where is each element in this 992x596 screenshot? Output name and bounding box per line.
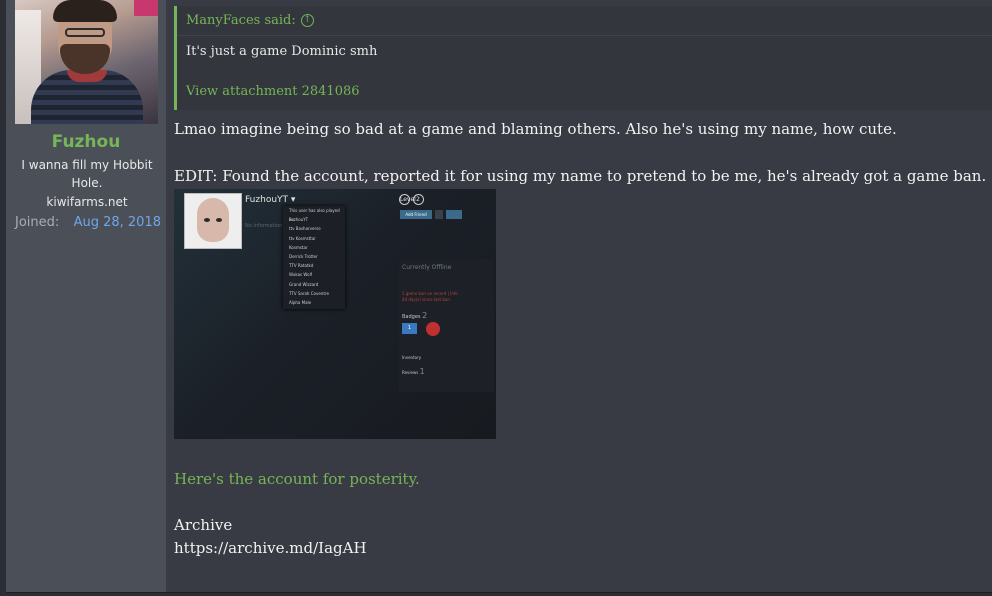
user-title: I wanna fill my Hobbit Hole. kiwifarms.n… [14, 156, 160, 211]
posterity-link[interactable]: Here's the account for posterity. [174, 470, 420, 488]
steam-alias-item: FuzhouYT [289, 217, 309, 223]
steam-ban-info: 1 game ban on record | Info 44 day(s) si… [402, 291, 458, 302]
message-line-2: EDIT: Found the account, reported it for… [174, 167, 987, 185]
avatar-sign-detail [134, 0, 158, 16]
steam-avatar-eye [216, 218, 222, 222]
steam-profile-avatar [184, 193, 242, 249]
steam-alias-item: Kosmstar [289, 244, 308, 250]
steam-alias-item: ttv Basharverse [289, 226, 321, 232]
user-title-line3: kiwifarms.net [46, 195, 128, 209]
archive-url-link[interactable]: https://archive.md/IagAH [174, 539, 367, 557]
steam-alias-dropdown: This user has also played as: FuzhouYT t… [283, 206, 345, 309]
user-title-line1: I wanna fill my Hobbit [21, 158, 153, 172]
steam-avatar-head [197, 198, 229, 242]
user-avatar[interactable] [15, 0, 158, 124]
message-line-1: Lmao imagine being so bad at a game and … [174, 120, 897, 138]
user-info-column: Fuzhou I wanna fill my Hobbit Hole. kiwi… [6, 0, 166, 592]
steam-badge-red-icon [426, 322, 440, 336]
joined-label: Joined: [15, 215, 60, 230]
joined-row: Joined: Aug 28, 2018 [15, 215, 161, 230]
joined-date: Aug 28, 2018 [73, 215, 161, 230]
steam-alias-item: TTV Sarah Coventre [289, 290, 329, 296]
steam-profile-name: FuzhouYT ▾ [245, 195, 296, 205]
username-link[interactable]: Fuzhou [6, 132, 166, 152]
steam-alias-item: Derrick Trotter [289, 253, 318, 259]
steam-more-button [446, 210, 462, 219]
steam-alias-item: Wukas Wolf [289, 272, 313, 278]
steam-lightbulb-icon [435, 210, 443, 219]
steam-alias-header: This user has also played as: [289, 208, 340, 222]
steam-alias-item: Alpha Male [289, 299, 312, 305]
steam-alias-item: Grand Wizzard [289, 281, 319, 287]
jump-to-quote-icon[interactable]: ↑ [300, 14, 314, 27]
avatar-hair [53, 0, 117, 22]
quote-attachment-link[interactable]: View attachment 2841086 [186, 84, 360, 99]
quote-text: It's just a game Dominic smh [186, 44, 378, 59]
quote-author[interactable]: ManyFaces said: [186, 13, 296, 28]
quote-block: ManyFaces said: ↑ It's just a game Domini… [174, 6, 992, 110]
steam-level: Level 2 [399, 194, 424, 205]
steam-badge-icon: 1 [402, 323, 417, 334]
steam-add-friend-button: Add Friend [400, 210, 432, 219]
steam-alias-item: TTV Ratatkd [289, 263, 314, 269]
user-title-line2: Hole. [71, 176, 103, 190]
steam-status: Currently Offline [402, 264, 452, 271]
steam-reviews-label: Reviews 1 [402, 367, 425, 376]
attached-screenshot[interactable]: FuzhouYT ▾ No information given. This us… [174, 189, 496, 439]
steam-status-panel: Currently Offline 1 game ban on record |… [399, 259, 494, 392]
steam-action-buttons: Add Friend [400, 210, 462, 219]
post-content: ManyFaces said: ↑ It's just a game Domini… [174, 0, 992, 592]
avatar-glasses [65, 28, 105, 37]
forum-post: Fuzhou I wanna fill my Hobbit Hole. kiwi… [6, 0, 992, 593]
quote-header[interactable]: ManyFaces said: ↑ [177, 6, 992, 36]
steam-badges-label: Badges 2 [402, 311, 428, 320]
steam-alias-item: ttv Kosmsttar [289, 235, 316, 241]
steam-avatar-eye [204, 218, 210, 222]
archive-label: Archive [174, 516, 233, 534]
steam-inventory-label: Inventory [402, 355, 422, 360]
